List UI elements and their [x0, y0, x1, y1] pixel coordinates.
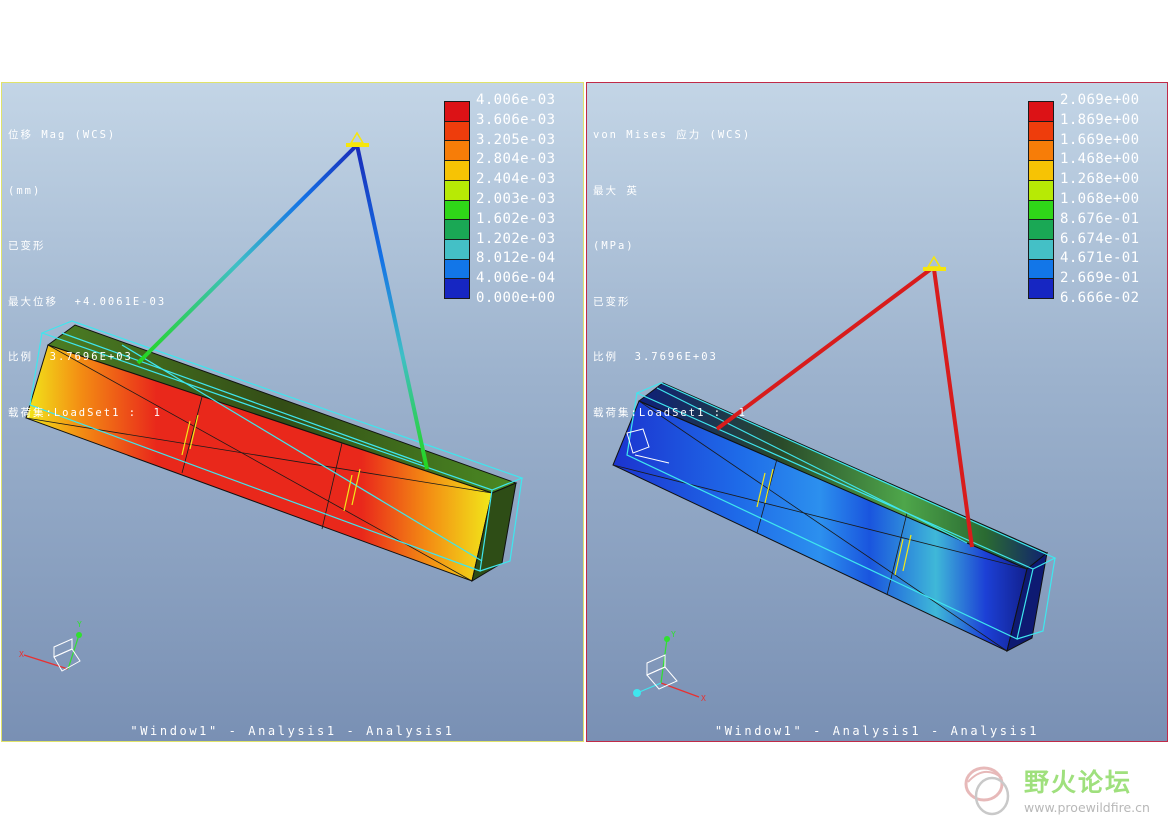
cable-right — [355, 144, 429, 470]
legend-value: 1.202e-03 — [476, 230, 556, 247]
legend-swatch — [445, 161, 469, 181]
watermark-url: www.proewildfire.cn — [1024, 800, 1150, 815]
triad-y-label: Y — [671, 630, 676, 639]
legend-value: 1.602e-03 — [476, 210, 556, 227]
legend-value: 1.068e+00 — [1060, 190, 1140, 207]
result-info: von Mises 应力 (WCS) 最大 英 (MPa) 已变形 比例 3.7… — [593, 89, 751, 459]
legend-value: 6.666e-02 — [1060, 289, 1140, 306]
legend-swatch — [445, 220, 469, 240]
result-unit-label: (MPa) — [593, 240, 635, 252]
anchor-point-icon — [923, 255, 946, 271]
coordinate-triad-icon — [633, 636, 700, 698]
watermark-name: 野火论坛 — [1024, 768, 1133, 797]
legend-value: 4.006e-03 — [476, 92, 556, 108]
legend-swatch — [445, 239, 469, 260]
legend-value: 1.468e+00 — [1060, 151, 1140, 168]
forum-watermark: 野火论坛 www.proewildfire.cn — [958, 762, 1163, 822]
legend-value: 2.804e-03 — [476, 151, 556, 168]
max-displacement-label: 最大位移 +4.0061E-03 — [8, 295, 167, 308]
window-title: "Window1" - Analysis1 - Analysis1 — [714, 724, 1040, 738]
legend-swatch — [1029, 200, 1053, 221]
max-label: 最大 英 — [593, 184, 639, 197]
cable-left — [136, 143, 359, 365]
legend-color-bar — [1028, 101, 1054, 299]
legend-value: 3.205e-03 — [476, 131, 556, 148]
result-unit-label: (mm) — [8, 184, 42, 197]
legend-swatch — [445, 121, 469, 142]
legend-color-bar — [444, 101, 470, 299]
legend-value: 2.669e-01 — [1060, 270, 1140, 287]
legend-swatch — [445, 141, 469, 162]
legend-swatch — [445, 200, 469, 221]
deformed-label: 已变形 — [8, 240, 46, 252]
legend-swatch — [1029, 121, 1053, 142]
legend-value: 8.012e-04 — [476, 250, 556, 267]
color-legend: 2.069e+00 1.869e+00 1.669e+00 1.468e+00 … — [1028, 91, 1139, 309]
legend-value: 8.676e-01 — [1060, 210, 1140, 227]
legend-swatch — [445, 180, 469, 201]
legend-value: 0.000e+00 — [476, 289, 556, 306]
scale-label: 比例 3.7696E+03 — [593, 351, 718, 363]
legend-swatch — [1029, 180, 1053, 201]
triad-y-label: Y — [77, 620, 82, 629]
triad-x-label: X — [701, 694, 706, 703]
legend-value: 2.069e+00 — [1060, 92, 1140, 108]
legend-swatch — [1029, 279, 1053, 299]
legend-swatch — [445, 279, 469, 299]
legend-swatch — [1029, 141, 1053, 162]
legend-swatch — [1029, 220, 1053, 240]
legend-swatch — [445, 102, 469, 122]
displacement-result-window[interactable]: Y X 位移 Mag (WCS) (mm) 已变形 最大位移 +4.0061E-… — [1, 82, 584, 742]
stress-result-window[interactable]: Y X von Mises 应力 (WCS) 最大 英 (MPa) 已变形 比例… — [586, 82, 1168, 742]
legend-values: 4.006e-03 3.606e-03 3.205e-03 2.804e-03 … — [476, 91, 555, 309]
screenshot-page: Y X 位移 Mag (WCS) (mm) 已变形 最大位移 +4.0061E-… — [0, 0, 1169, 827]
legend-value: 2.003e-03 — [476, 190, 556, 207]
legend-value: 1.669e+00 — [1060, 131, 1140, 148]
legend-swatch — [445, 259, 469, 280]
legend-value: 3.606e-03 — [476, 111, 556, 128]
triad-x-label: X — [19, 650, 24, 659]
anchor-point-icon — [346, 131, 369, 147]
deformed-label: 已变形 — [593, 295, 631, 308]
legend-value: 6.674e-01 — [1060, 230, 1140, 247]
window-title: "Window1" - Analysis1 - Analysis1 — [130, 724, 455, 738]
result-info: 位移 Mag (WCS) (mm) 已变形 最大位移 +4.0061E-03 比… — [8, 89, 166, 459]
coordinate-triad-icon — [23, 632, 82, 672]
legend-values: 2.069e+00 1.869e+00 1.669e+00 1.468e+00 … — [1060, 91, 1139, 309]
legend-value: 2.404e-03 — [476, 171, 556, 188]
color-legend: 4.006e-03 3.606e-03 3.205e-03 2.804e-03 … — [444, 91, 555, 309]
flame-logo-icon — [964, 766, 1010, 816]
scale-label: 比例 3.7696E+03 — [8, 351, 133, 363]
legend-swatch — [1029, 239, 1053, 260]
load-set-label: 载荷集:LoadSet1 : 1 — [593, 406, 748, 419]
legend-value: 4.671e-01 — [1060, 250, 1140, 267]
legend-value: 4.006e-04 — [476, 270, 556, 287]
load-set-label: 载荷集:LoadSet1 : 1 — [8, 406, 163, 419]
legend-swatch — [1029, 102, 1053, 122]
legend-swatch — [1029, 161, 1053, 181]
result-quantity-label: von Mises 应力 (WCS) — [593, 129, 752, 141]
legend-value: 1.268e+00 — [1060, 171, 1140, 188]
legend-value: 1.869e+00 — [1060, 111, 1140, 128]
result-quantity-label: 位移 Mag (WCS) — [8, 129, 117, 141]
legend-swatch — [1029, 259, 1053, 280]
